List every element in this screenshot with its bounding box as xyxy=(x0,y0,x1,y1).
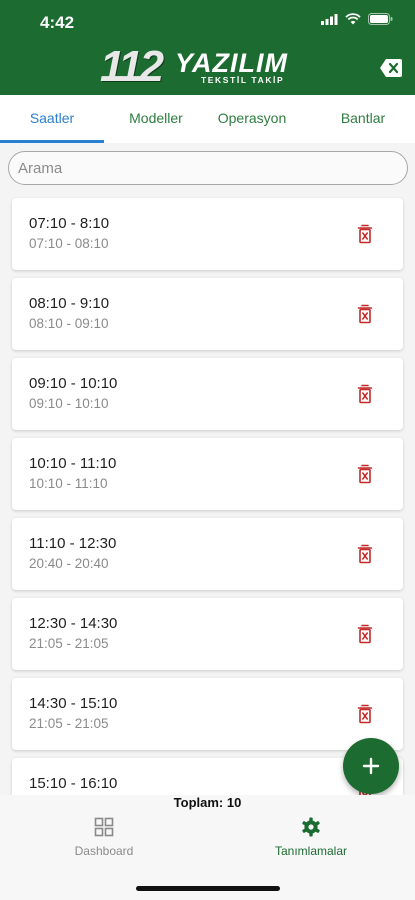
app-header: 4:42 112 YAZILIM TEKSTİL TAKİP xyxy=(0,0,415,95)
delete-icon[interactable] xyxy=(357,544,373,564)
time-slot-list[interactable]: 07:10 - 8:10 07:10 - 08:10 08:10 - 9:10 … xyxy=(0,192,415,795)
item-title: 09:10 - 10:10 xyxy=(29,375,118,392)
home-indicator xyxy=(136,886,280,891)
status-time: 4:42 xyxy=(40,13,75,32)
delete-icon[interactable] xyxy=(357,304,373,324)
signal-icon xyxy=(321,13,338,25)
list-item[interactable]: 12:30 - 14:30 21:05 - 21:05 xyxy=(12,598,403,670)
delete-icon[interactable] xyxy=(357,224,373,244)
delete-icon[interactable] xyxy=(357,464,373,484)
delete-icon[interactable] xyxy=(357,704,373,724)
total-count: Toplam: 10 xyxy=(173,795,242,810)
delete-icon[interactable] xyxy=(357,624,373,644)
item-subtitle: 20:40 - 20:40 xyxy=(29,556,109,571)
status-icons xyxy=(321,13,393,25)
battery-icon xyxy=(368,13,393,25)
nav-dashboard[interactable]: Dashboard xyxy=(14,817,194,861)
nav-tanimlamalar[interactable]: Tanımlamalar xyxy=(221,817,401,861)
item-title: 12:30 - 14:30 xyxy=(29,615,118,632)
list-item[interactable]: 08:10 - 9:10 08:10 - 09:10 xyxy=(12,278,403,350)
plus-icon xyxy=(362,757,380,775)
company-logo: 112 YAZILIM TEKSTİL TAKİP xyxy=(100,42,288,91)
item-title: 14:30 - 15:10 xyxy=(29,695,118,712)
list-item[interactable]: 10:10 - 11:10 10:10 - 11:10 xyxy=(12,438,403,510)
tab-modeller[interactable]: Modeller xyxy=(104,95,208,143)
item-title: 07:10 - 8:10 xyxy=(29,215,110,232)
list-item[interactable]: 09:10 - 10:10 09:10 - 10:10 xyxy=(12,358,403,430)
active-tab-indicator xyxy=(0,140,104,143)
item-title: 15:10 - 16:10 xyxy=(29,775,118,792)
tab-bar: Saatler Modeller Operasyon Bantlar xyxy=(0,95,415,143)
backspace-icon[interactable] xyxy=(379,58,403,78)
item-title: 10:10 - 11:10 xyxy=(29,455,117,472)
item-subtitle: 08:10 - 09:10 xyxy=(29,316,109,331)
item-subtitle: 10:10 - 11:10 xyxy=(29,476,108,491)
item-subtitle: 21:05 - 21:05 xyxy=(29,716,109,731)
tab-saatler[interactable]: Saatler xyxy=(0,95,104,143)
tab-bantlar[interactable]: Bantlar xyxy=(320,95,406,143)
item-title: 08:10 - 9:10 xyxy=(29,295,110,312)
item-subtitle: 21:05 - 21:05 xyxy=(29,636,109,651)
list-item[interactable]: 07:10 - 8:10 07:10 - 08:10 xyxy=(12,198,403,270)
tab-operasyon[interactable]: Operasyon xyxy=(208,95,296,143)
nav-dashboard-label: Dashboard xyxy=(74,844,134,858)
add-button[interactable] xyxy=(343,738,399,794)
dashboard-icon xyxy=(94,817,114,837)
search-input[interactable] xyxy=(8,151,408,185)
settings-gear-icon xyxy=(302,817,320,837)
bottom-bar: Toplam: 10 Dashboard Tanımlamalar xyxy=(0,795,415,900)
wifi-icon xyxy=(345,13,361,25)
delete-icon[interactable] xyxy=(357,384,373,404)
list-item[interactable]: 11:10 - 12:30 20:40 - 20:40 xyxy=(12,518,403,590)
list-item[interactable]: 14:30 - 15:10 21:05 - 21:05 xyxy=(12,678,403,750)
item-title: 11:10 - 12:30 xyxy=(29,535,117,552)
nav-tanimlamalar-label: Tanımlamalar xyxy=(274,844,348,858)
item-subtitle: 09:10 - 10:10 xyxy=(29,396,109,411)
item-subtitle: 07:10 - 08:10 xyxy=(29,236,109,251)
